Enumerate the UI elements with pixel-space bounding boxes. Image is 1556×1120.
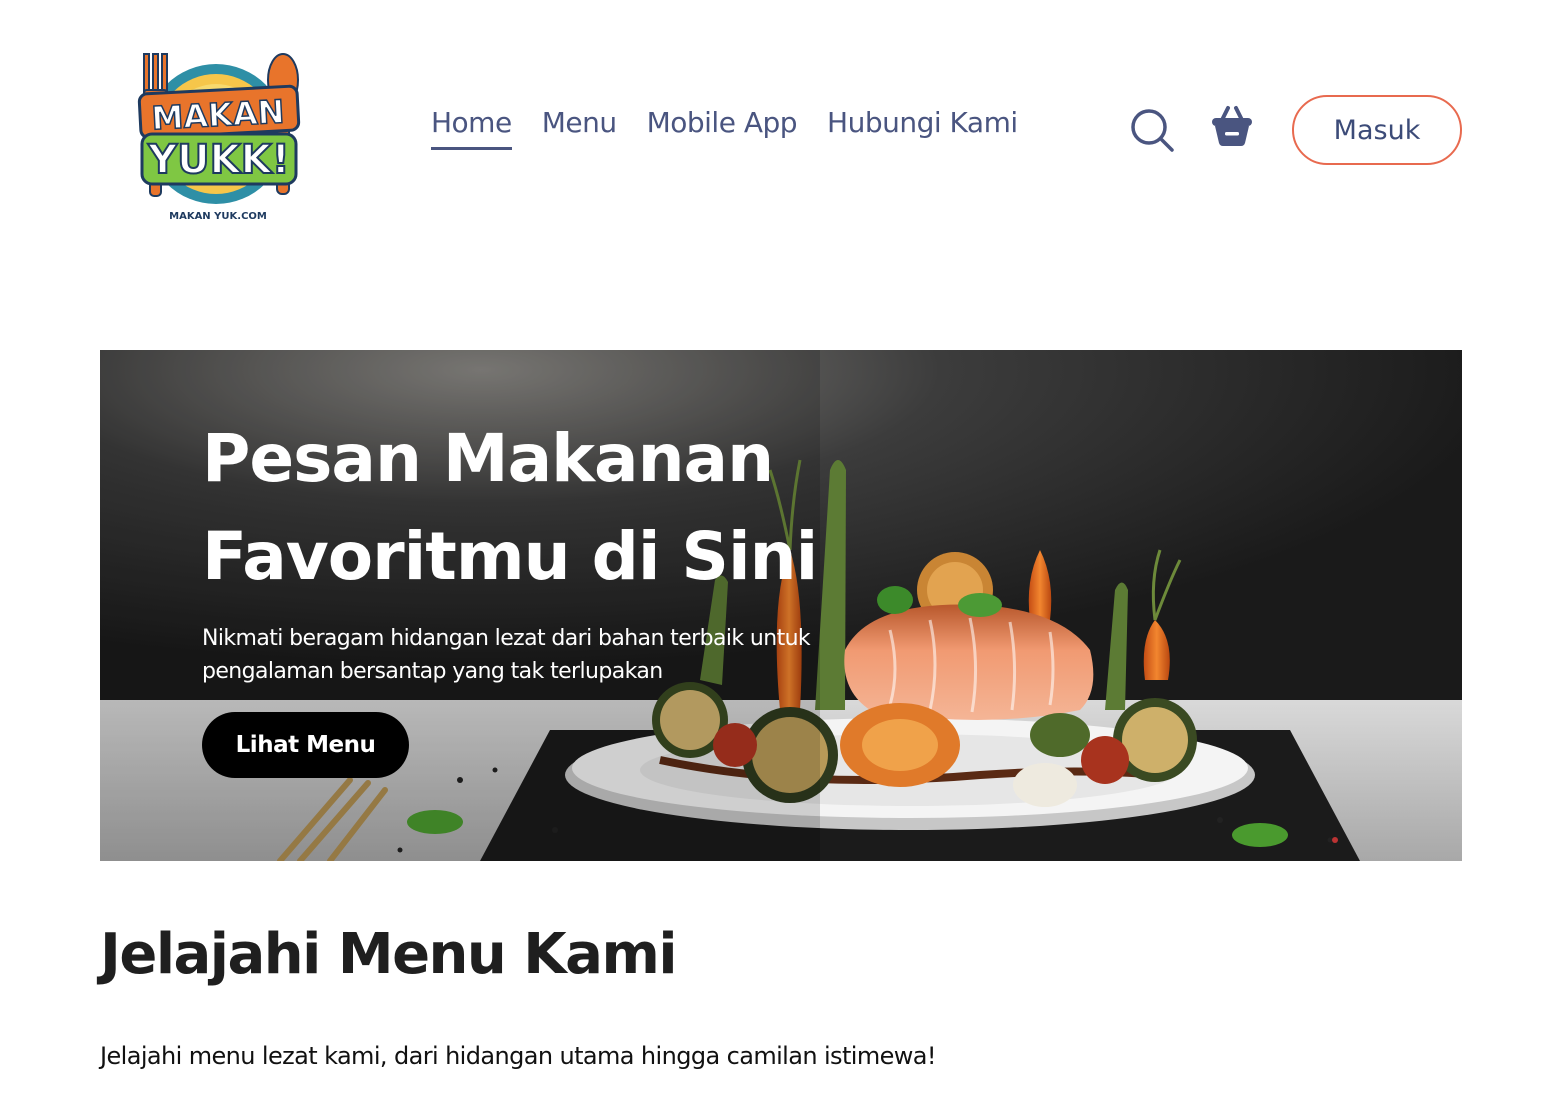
logo-tagline: MAKAN YUK.COM [169,211,267,222]
nav-mobile-app[interactable]: Mobile App [647,106,798,150]
view-menu-button[interactable]: Lihat Menu [202,712,409,778]
section-title: Jelajahi Menu Kami [100,922,678,987]
search-icon[interactable] [1128,106,1176,154]
logo-line2: YUKK! [147,137,290,183]
hero-banner: Pesan Makanan Favoritmu di Sini Nikmati … [100,350,1462,861]
main-nav: Home Menu Mobile App Hubungi Kami [431,106,1018,150]
hero-subtitle: Nikmati beragam hidangan lezat dari baha… [202,626,811,684]
basket-icon[interactable] [1208,102,1256,150]
nav-home[interactable]: Home [431,106,512,150]
nav-contact[interactable]: Hubungi Kami [827,106,1018,150]
hero-title: Pesan Makanan Favoritmu di Sini [202,420,818,595]
logo-graphic: MAKAN YUKK! MAKAN YUK.COM [137,53,301,222]
site-header: MAKAN YUKK! MAKAN YUK.COM Home Menu Mobi… [0,0,1556,260]
nav-menu[interactable]: Menu [542,106,617,150]
logo-line1: MAKAN [151,93,286,138]
login-button[interactable]: Masuk [1292,95,1462,165]
brand-logo[interactable]: MAKAN YUKK! MAKAN YUK.COM [128,46,310,226]
section-description: Jelajahi menu lezat kami, dari hidangan … [100,1042,937,1070]
